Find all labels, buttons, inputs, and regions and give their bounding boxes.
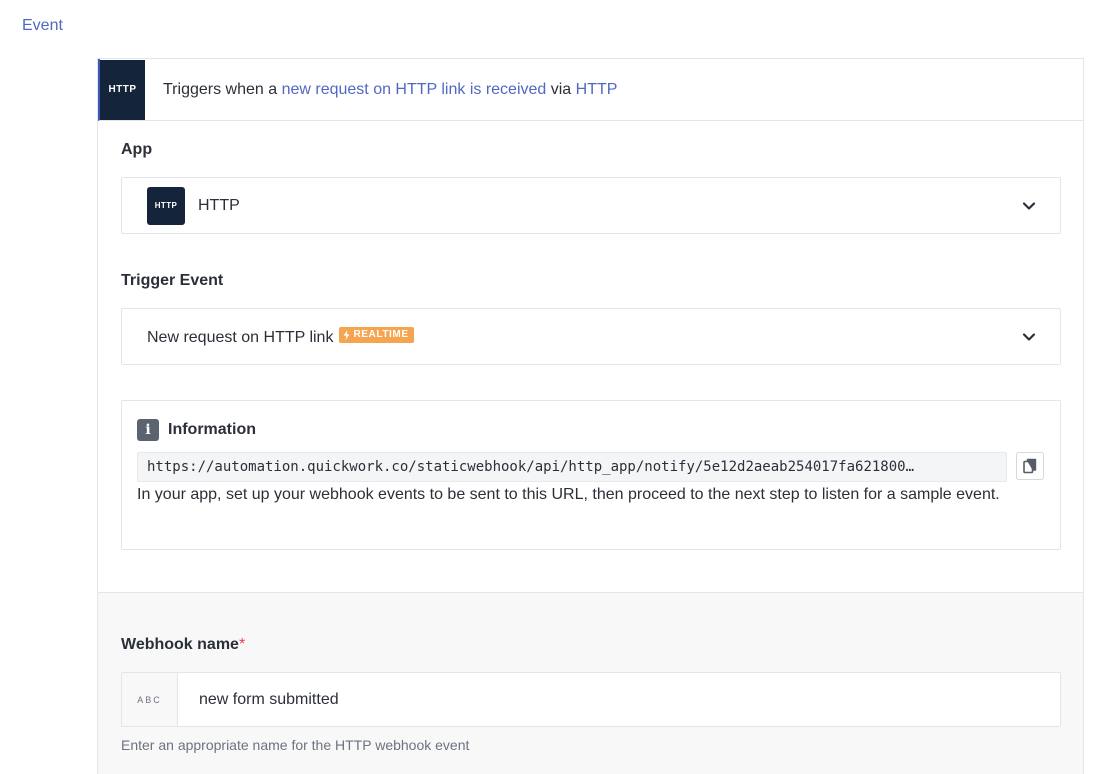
app-select-value: HTTP: [198, 196, 240, 214]
summary-text: Triggers when a new request on HTTP link…: [163, 81, 617, 99]
trigger-summary: HTTP Triggers when a new request on HTTP…: [98, 59, 1083, 121]
webhook-settings: Webhook name* ABC Enter an appropriate n…: [98, 592, 1083, 774]
app-select[interactable]: HTTP HTTP: [121, 177, 1061, 234]
webhook-url-field[interactable]: https://automation.quickwork.co/staticwe…: [137, 452, 1007, 482]
required-marker: *: [238, 636, 246, 653]
realtime-badge: REALTIME: [339, 326, 414, 343]
summary-prefix: Triggers when a: [163, 80, 282, 98]
summary-middle: via: [546, 80, 576, 98]
lightning-icon: [343, 329, 350, 340]
chevron-down-icon: [1022, 202, 1036, 210]
webhook-name-field[interactable]: ABC: [121, 672, 1061, 727]
information-header: i Information: [137, 419, 256, 441]
http-app-logo: HTTP: [100, 59, 145, 120]
trigger-event-label: Trigger Event: [121, 272, 224, 289]
webhook-name-label-text: Webhook name: [121, 636, 239, 653]
trigger-event-select[interactable]: New request on HTTP link REALTIME: [121, 308, 1061, 365]
event-card: HTTP Triggers when a new request on HTTP…: [97, 58, 1084, 774]
trigger-link[interactable]: new request on HTTP link is received: [282, 81, 547, 98]
text-type-icon: ABC: [122, 673, 178, 726]
chevron-down-icon: [1022, 333, 1036, 341]
information-description: In your app, set up your webhook events …: [137, 486, 1000, 503]
information-panel: i Information https://automation.quickwo…: [121, 400, 1061, 550]
http-app-icon: HTTP: [147, 186, 185, 225]
section-title: Event: [22, 17, 63, 34]
app-field-label: App: [121, 141, 153, 158]
info-icon: i: [137, 419, 159, 441]
copy-icon: [1023, 458, 1037, 474]
copy-url-button[interactable]: [1016, 452, 1044, 480]
webhook-name-label: Webhook name*: [121, 636, 245, 654]
information-title: Information: [168, 421, 256, 438]
realtime-badge-text: REALTIME: [353, 329, 409, 340]
webhook-name-help: Enter an appropriate name for the HTTP w…: [121, 737, 470, 753]
trigger-event-value: New request on HTTP link REALTIME: [147, 326, 414, 347]
webhook-name-input[interactable]: [199, 690, 999, 709]
app-link[interactable]: HTTP: [576, 81, 618, 98]
trigger-event-text: New request on HTTP link: [147, 328, 334, 346]
